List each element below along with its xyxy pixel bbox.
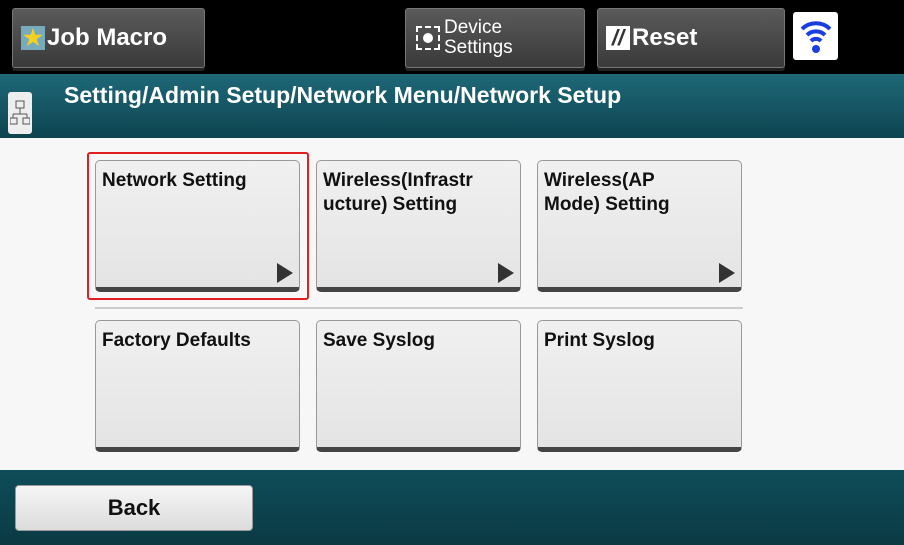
arrow-right-icon bbox=[277, 263, 293, 283]
factory-defaults-button[interactable]: Factory Defaults bbox=[95, 320, 300, 452]
gear-icon bbox=[416, 26, 440, 50]
wireless-infrastructure-setting-button[interactable]: Wireless(Infrastr ucture) Setting bbox=[316, 160, 521, 292]
back-button[interactable]: Back bbox=[15, 485, 253, 531]
device-settings-button[interactable]: Device Settings bbox=[405, 8, 585, 68]
top-bar: ★ Job Macro Device Settings // Reset bbox=[0, 0, 904, 74]
divider bbox=[95, 307, 743, 309]
network-icon bbox=[8, 92, 32, 134]
reset-button[interactable]: // Reset bbox=[597, 8, 785, 68]
breadcrumb: Setting/Admin Setup/Network Menu/Network… bbox=[64, 82, 622, 108]
arrow-right-icon bbox=[719, 263, 735, 283]
job-macro-button[interactable]: ★ Job Macro bbox=[12, 8, 205, 68]
network-setting-button[interactable]: Network Setting bbox=[95, 160, 300, 292]
star-icon: ★ bbox=[21, 26, 45, 50]
reset-icon: // bbox=[606, 26, 630, 50]
save-syslog-button[interactable]: Save Syslog bbox=[316, 320, 521, 452]
print-syslog-button[interactable]: Print Syslog bbox=[537, 320, 742, 452]
arrow-right-icon bbox=[498, 263, 514, 283]
wifi-icon[interactable] bbox=[793, 12, 838, 60]
header: Setting/Admin Setup/Network Menu/Network… bbox=[0, 74, 904, 138]
wireless-ap-mode-setting-button[interactable]: Wireless(AP Mode) Setting bbox=[537, 160, 742, 292]
